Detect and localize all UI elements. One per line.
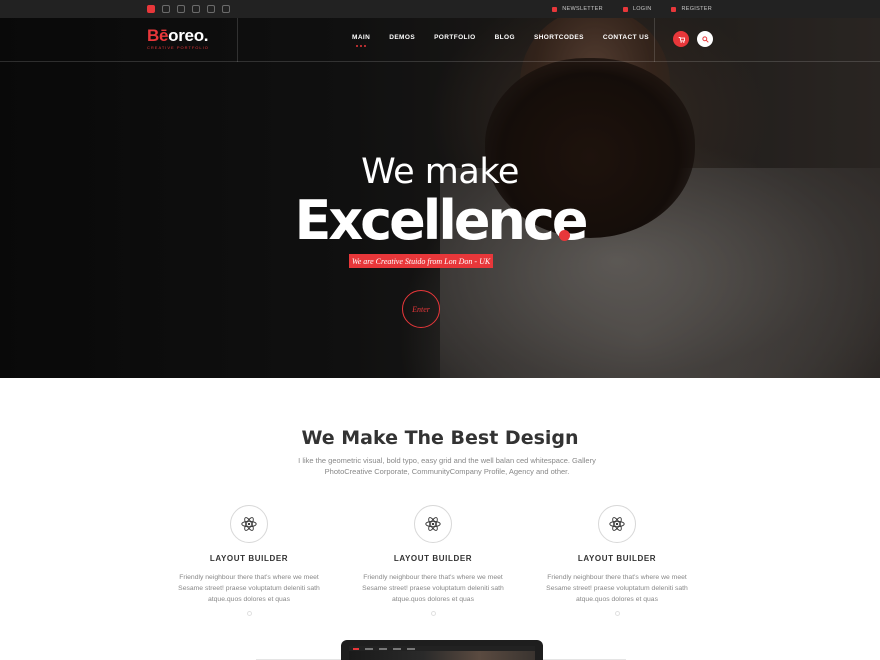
site-logo[interactable]: Bēoreo. CREATIVE PORTFOLIO: [147, 26, 209, 50]
section-description: I like the geometric visual, bold typo, …: [298, 456, 596, 476]
logo-wordmark: Bēoreo.: [147, 26, 209, 46]
skype-icon[interactable]: [207, 5, 215, 13]
logo-first-letters: Bē: [147, 26, 169, 45]
atom-icon: [609, 517, 625, 531]
login-link[interactable]: LOGIN: [622, 6, 652, 12]
user-icon: [671, 6, 677, 12]
account-links: NEWSLETTER LOGIN REGISTER: [552, 0, 712, 18]
nav-item-label: PORTFOLIO: [434, 34, 476, 41]
hero-line1: We make: [361, 152, 519, 192]
feature-title: LAYOUT BUILDER: [209, 554, 289, 563]
logo-tagline: CREATIVE PORTFOLIO: [147, 45, 209, 50]
nav-item-label: BLOG: [494, 34, 515, 41]
search-button[interactable]: [697, 31, 713, 47]
social-links: [147, 5, 230, 13]
nav-divider: [654, 18, 655, 62]
feature-icon-circle: [598, 505, 636, 543]
cart-icon: [678, 36, 685, 43]
nav-divider: [237, 18, 238, 62]
active-indicator: [356, 45, 367, 47]
main-navbar: Bēoreo. CREATIVE PORTFOLIO MAIN DEMOS PO…: [0, 18, 880, 62]
register-link[interactable]: REGISTER: [671, 6, 712, 12]
instagram-icon[interactable]: [147, 5, 155, 13]
cart-button[interactable]: [673, 31, 689, 47]
hero-line2: Excellence: [294, 189, 588, 252]
nav-item-portfolio[interactable]: PORTFOLIO: [434, 34, 476, 41]
hero-tagline: We are Creative Stuido from Lon Don - UK: [349, 254, 493, 268]
key-icon: [622, 6, 628, 12]
nav-item-blog[interactable]: BLOG: [495, 34, 515, 41]
section-title: We Make The Best Design: [301, 427, 579, 449]
top-bar: NEWSLETTER LOGIN REGISTER: [0, 0, 880, 18]
hero-accent-dot: [559, 230, 570, 241]
nav-item-label: DEMOS: [389, 34, 416, 41]
pinterest-icon[interactable]: [177, 5, 185, 13]
feature-card: LAYOUT BUILDER Friendly neighbour there …: [176, 505, 322, 616]
feature-card: LAYOUT BUILDER Friendly neighbour there …: [544, 505, 690, 616]
feature-icon-circle: [414, 505, 452, 543]
newsletter-label: NEWSLETTER: [562, 6, 603, 12]
enter-button[interactable]: Enter: [402, 290, 440, 328]
instagram-outline-icon[interactable]: [192, 5, 200, 13]
twitter-icon[interactable]: [162, 5, 170, 13]
logo-rest-letters: oreo.: [168, 26, 209, 45]
feature-dot: [430, 611, 436, 616]
register-label: REGISTER: [681, 6, 712, 12]
envelope-icon: [552, 6, 558, 12]
feature-text: Friendly neighbour there that's where we…: [546, 574, 688, 603]
dribbble-icon[interactable]: [222, 5, 230, 13]
laptop-preview-image: [341, 640, 543, 660]
atom-icon: [425, 517, 441, 531]
feature-title: LAYOUT BUILDER: [577, 554, 657, 563]
nav-item-contact-us[interactable]: CONTACT US: [603, 34, 649, 41]
feature-text: Friendly neighbour there that's where we…: [178, 574, 320, 603]
nav-item-main[interactable]: MAIN: [352, 34, 371, 47]
feature-dot: [614, 611, 620, 616]
feature-dot: [246, 611, 252, 616]
nav-menu: MAIN DEMOS PORTFOLIO BLOG SHORTCODES CON…: [352, 34, 649, 47]
atom-icon: [241, 517, 257, 531]
feature-title: LAYOUT BUILDER: [393, 554, 473, 563]
newsletter-link[interactable]: NEWSLETTER: [552, 6, 603, 12]
laptop-screen: [349, 646, 535, 660]
feature-icon-circle: [230, 505, 268, 543]
search-icon: [701, 35, 709, 43]
nav-item-label: SHORTCODES: [533, 34, 584, 41]
nav-item-demos[interactable]: DEMOS: [389, 34, 415, 41]
feature-text: Friendly neighbour there that's where we…: [362, 574, 504, 603]
nav-item-label: MAIN: [352, 34, 371, 41]
feature-card: LAYOUT BUILDER Friendly neighbour there …: [360, 505, 506, 616]
nav-item-shortcodes[interactable]: SHORTCODES: [534, 34, 584, 41]
hero-heading: We make Excellence: [0, 155, 880, 248]
nav-item-label: CONTACT US: [602, 34, 649, 41]
login-label: LOGIN: [632, 6, 652, 12]
